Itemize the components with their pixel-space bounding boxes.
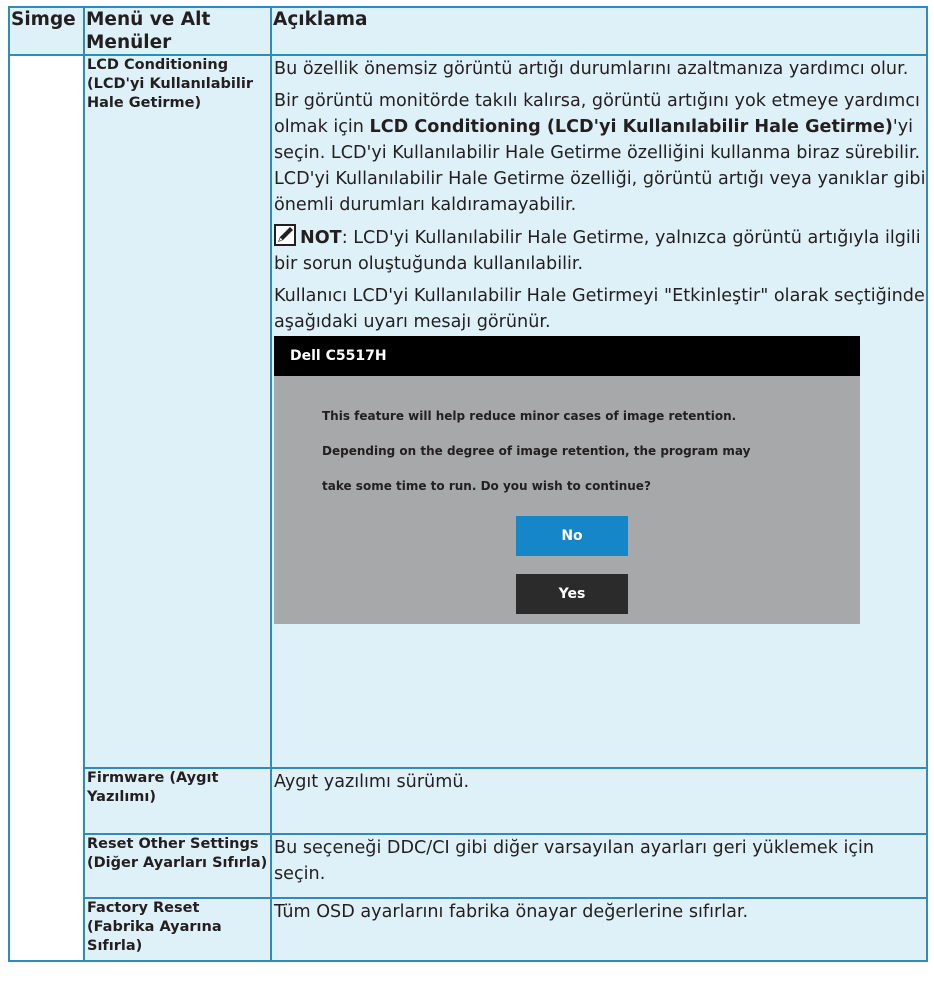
note-label: NOT <box>300 228 342 248</box>
lcd-paragraph-1: Bu özellik önemsiz görüntü artığı duruml… <box>274 59 909 79</box>
dialog-message-line-1: This feature will help reduce minor case… <box>322 409 737 423</box>
dialog-message-line-3: take some time to run. Do you wish to co… <box>322 479 651 493</box>
lcd-paragraph-2: Bir görüntü monitörde takılı kalırsa, gö… <box>274 88 926 218</box>
note-text: : LCD'yi Kullanılabilir Hale Getirme, ya… <box>274 228 921 274</box>
icon-cell <box>8 54 85 962</box>
lcd-paragraph-4: Kullanıcı LCD'yi Kullanılabilir Hale Get… <box>274 286 925 332</box>
menu-lcd-conditioning: LCD Conditioning (LCD'yi Kullanılabilir … <box>83 54 272 769</box>
dialog-no-button[interactable]: No <box>516 516 628 556</box>
table-row-firmware: Firmware (Aygıt Yazılımı) Aygıt yazılımı… <box>9 767 928 835</box>
dialog-yes-button[interactable]: Yes <box>516 574 628 614</box>
table-header-row: Simge Menü ve Alt Menüler Açıklama <box>8 6 928 56</box>
header-menu-col: Menü ve Alt Menüler <box>83 6 272 56</box>
dialog-message-line-2: Depending on the degree of image retenti… <box>322 444 751 458</box>
osd-menu-table: Simge Menü ve Alt Menüler Açıklama LCD C… <box>8 6 928 962</box>
warning-dialog: Dell C5517H This feature will help reduc… <box>274 336 860 624</box>
menu-reset-other: Reset Other Settings (Diğer Ayarları Sıf… <box>83 833 272 899</box>
menu-factory-reset: Factory Reset (Fabrika Ayarına Sıfırla) <box>83 897 272 962</box>
desc-firmware: Aygıt yazılımı sürümü. <box>270 767 928 835</box>
desc-reset-other: Bu seçeneği DDC/CI gibi diğer varsayılan… <box>270 833 928 899</box>
table-row-factory-reset: Factory Reset (Fabrika Ayarına Sıfırla) … <box>9 897 928 962</box>
desc-lcd-conditioning: Bu özellik önemsiz görüntü artığı duruml… <box>270 54 928 769</box>
lcd-p2-bold: LCD Conditioning (LCD'yi Kullanılabilir … <box>369 117 893 137</box>
header-icon-col: Simge <box>8 6 85 56</box>
menu-firmware: Firmware (Aygıt Yazılımı) <box>83 767 272 835</box>
table-row-lcd-conditioning: LCD Conditioning (LCD'yi Kullanılabilir … <box>8 54 928 962</box>
lcd-note: NOT: LCD'yi Kullanılabilir Hale Getirme,… <box>274 224 926 277</box>
table-row-reset-other: Reset Other Settings (Diğer Ayarları Sıf… <box>9 833 928 899</box>
desc-factory-reset: Tüm OSD ayarlarını fabrika önayar değerl… <box>270 897 928 962</box>
note-pencil-icon <box>274 224 296 246</box>
header-desc-col: Açıklama <box>270 6 928 56</box>
dialog-title: Dell C5517H <box>274 336 860 376</box>
